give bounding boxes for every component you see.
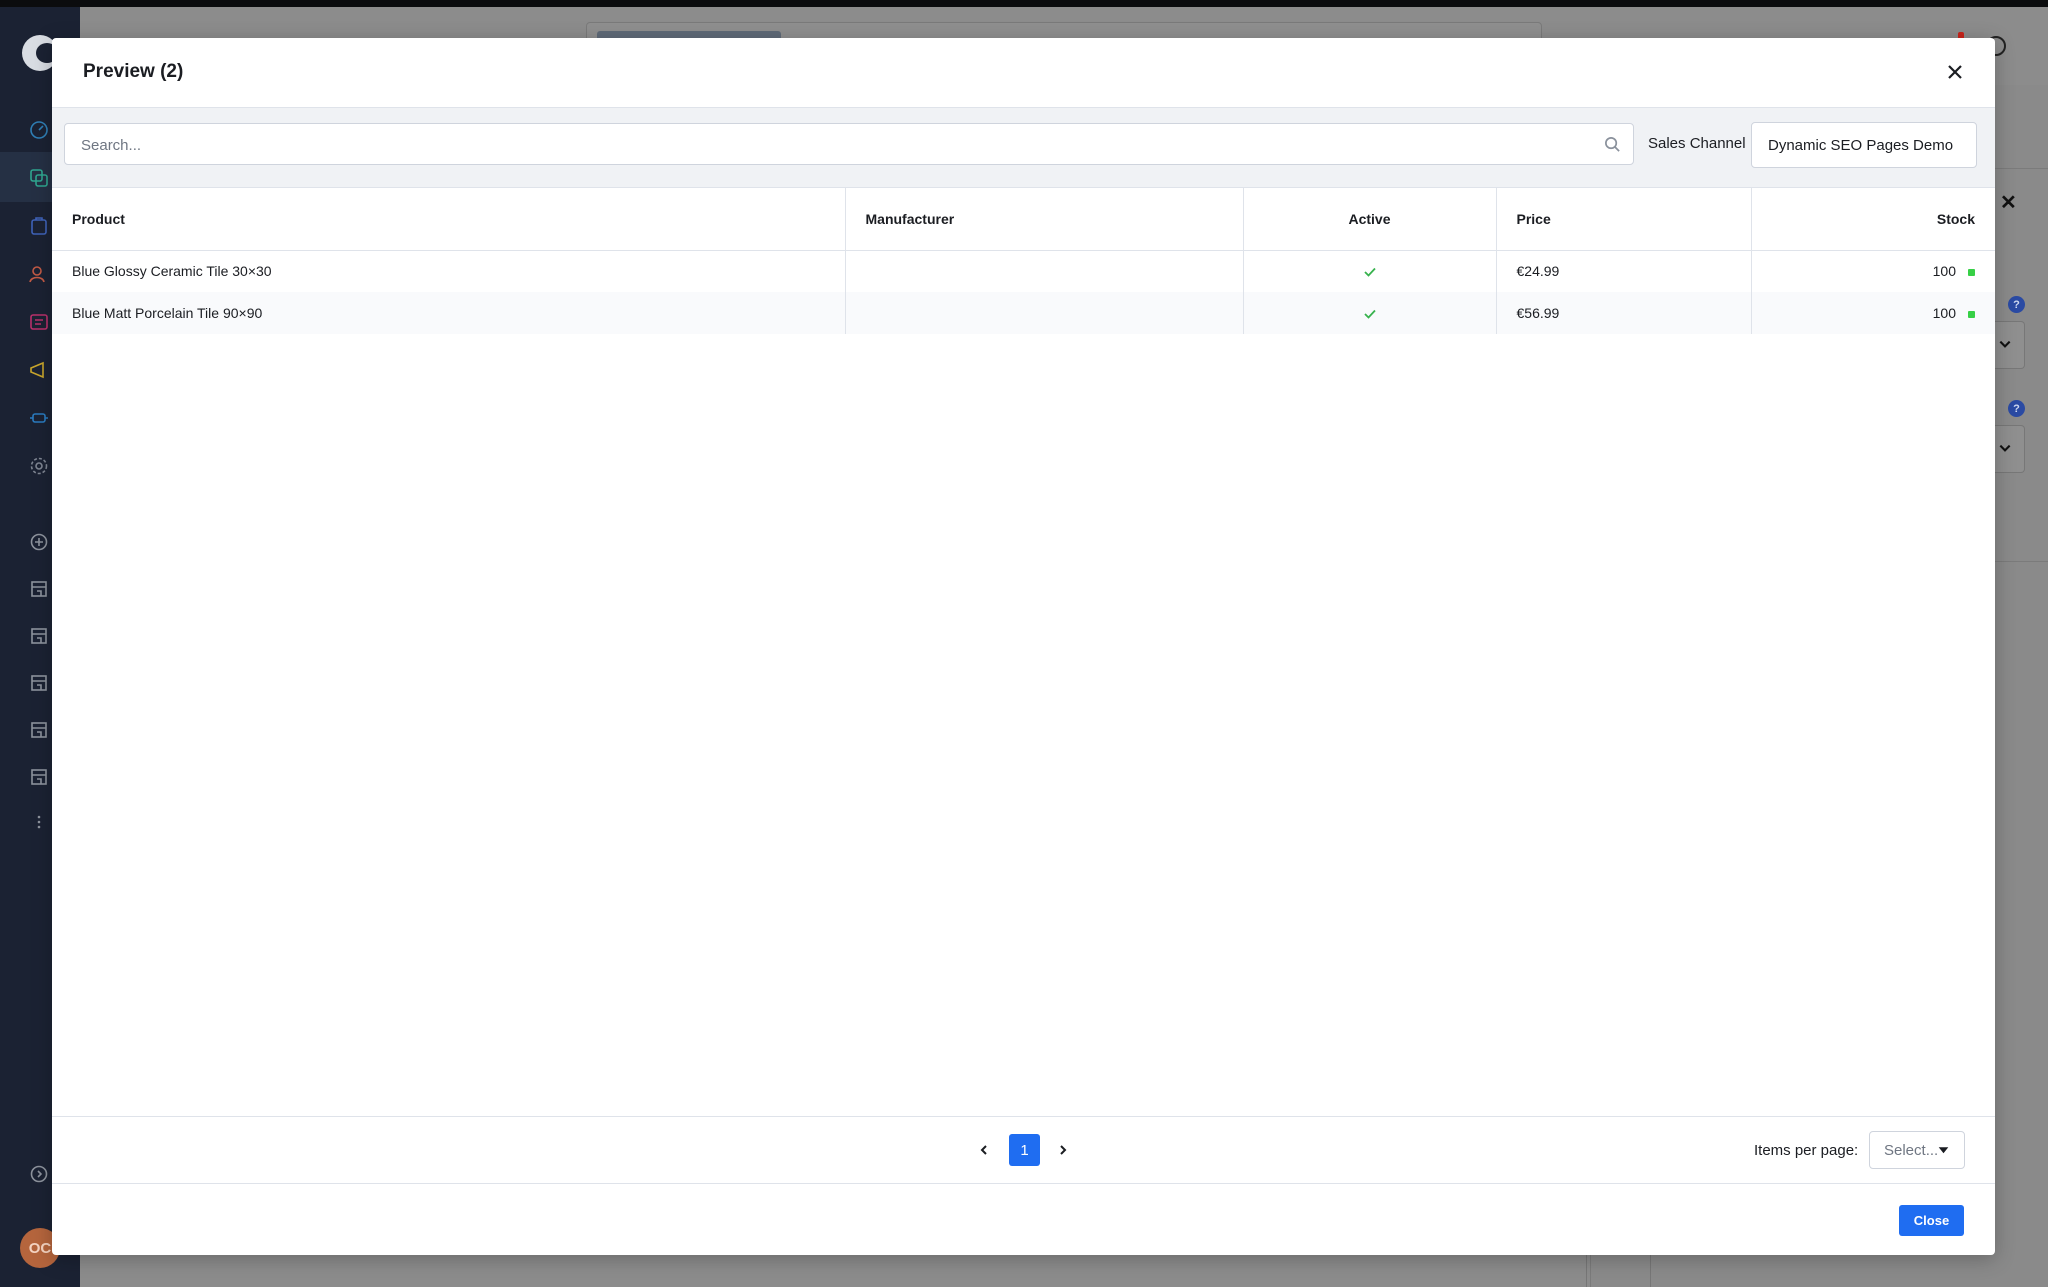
active-cell (1243, 292, 1497, 334)
storefront-icon[interactable] (28, 766, 50, 788)
settings-icon[interactable] (28, 455, 50, 477)
stock-value: 100 (1932, 305, 1956, 321)
search-icon[interactable] (1604, 136, 1621, 153)
stock-status-indicator (1968, 310, 1975, 318)
help-tooltip-icon: ? (2008, 296, 2025, 313)
close-button[interactable]: Close (1899, 1205, 1964, 1236)
add-sales-channel-icon[interactable] (28, 531, 50, 553)
column-header-price[interactable]: Price (1496, 188, 1752, 251)
preview-modal: Preview (2) Sales Channel Dynamic SEO Pa… (52, 38, 1995, 1255)
product-preview-table: Product Manufacturer Active Price Stock … (52, 188, 1995, 334)
checkmark-icon (1363, 268, 1376, 278)
chevron-left-icon (980, 1145, 987, 1155)
storefront-icon[interactable] (28, 625, 50, 647)
active-cell (1243, 250, 1497, 292)
extensions-icon[interactable] (28, 407, 50, 429)
table-row[interactable]: Blue Matt Porcelain Tile 90×90 €56.99 10… (52, 292, 1995, 334)
more-icon[interactable] (28, 811, 50, 833)
pagination-bar: 1 Items per page: Select... (52, 1116, 1995, 1184)
checkmark-icon (1363, 310, 1376, 319)
table-header-row: Product Manufacturer Active Price Stock (52, 188, 1995, 251)
background-divider (1650, 1250, 1651, 1287)
storefront-icon[interactable] (28, 672, 50, 694)
items-per-page-label: Items per page: (1754, 1142, 1859, 1159)
storefront-icon[interactable] (28, 578, 50, 600)
background-divider (1586, 1250, 1587, 1287)
modal-close-button[interactable] (1941, 58, 1969, 86)
chevron-right-icon (1060, 1145, 1067, 1155)
catalogue-icon[interactable] (28, 167, 50, 189)
items-per-page-select[interactable]: Select... (1869, 1131, 1965, 1169)
background-close-icon: ✕ (2000, 192, 2017, 214)
chevron-down-icon (1938, 1147, 1949, 1154)
price-cell: €56.99 (1496, 292, 1752, 334)
sales-channel-select[interactable]: Dynamic SEO Pages Demo (1751, 122, 1977, 168)
manufacturer-cell (845, 250, 1244, 292)
column-header-active[interactable]: Active (1243, 188, 1497, 251)
stock-value: 100 (1932, 263, 1956, 280)
manufacturer-cell (845, 292, 1244, 334)
stock-cell: 100 (1751, 292, 1995, 334)
background-select-field (1990, 321, 2025, 369)
storefront-icon[interactable] (28, 719, 50, 741)
search-input[interactable] (79, 124, 1583, 166)
column-header-manufacturer[interactable]: Manufacturer (845, 188, 1244, 251)
background-select-field (1990, 425, 2025, 473)
previous-page-button[interactable] (969, 1134, 999, 1166)
stock-cell: 100 (1751, 250, 1995, 292)
dashboard-icon[interactable] (28, 119, 50, 141)
browser-top-strip (0, 0, 2048, 7)
next-page-button[interactable] (1048, 1134, 1078, 1166)
table-row[interactable]: Blue Glossy Ceramic Tile 30×30 €24.99 10… (52, 250, 1995, 292)
sales-channel-label: Sales Channel (1648, 135, 1746, 152)
customers-icon[interactable] (28, 263, 50, 285)
expand-sidebar-icon[interactable] (28, 1163, 50, 1185)
page-button-current[interactable]: 1 (1009, 1134, 1040, 1166)
items-per-page-value: Select... (1884, 1142, 1939, 1159)
modal-header: Preview (2) (52, 38, 1995, 108)
orders-icon[interactable] (28, 215, 50, 237)
content-icon[interactable] (28, 311, 50, 333)
search-field[interactable] (64, 123, 1634, 166)
marketing-icon[interactable] (28, 359, 50, 381)
modal-title: Preview (2) (83, 61, 184, 82)
help-tooltip-icon: ? (2008, 400, 2025, 417)
price-cell: €24.99 (1496, 250, 1752, 292)
product-name-cell: Blue Matt Porcelain Tile 90×90 (52, 292, 846, 334)
column-header-stock[interactable]: Stock (1751, 188, 1995, 251)
product-name-cell: Blue Glossy Ceramic Tile 30×30 (52, 250, 846, 292)
preview-toolbar: Sales Channel Dynamic SEO Pages Demo (52, 108, 1995, 188)
column-header-product[interactable]: Product (52, 188, 846, 251)
close-icon (1948, 65, 1962, 79)
stock-status-indicator (1968, 269, 1975, 277)
